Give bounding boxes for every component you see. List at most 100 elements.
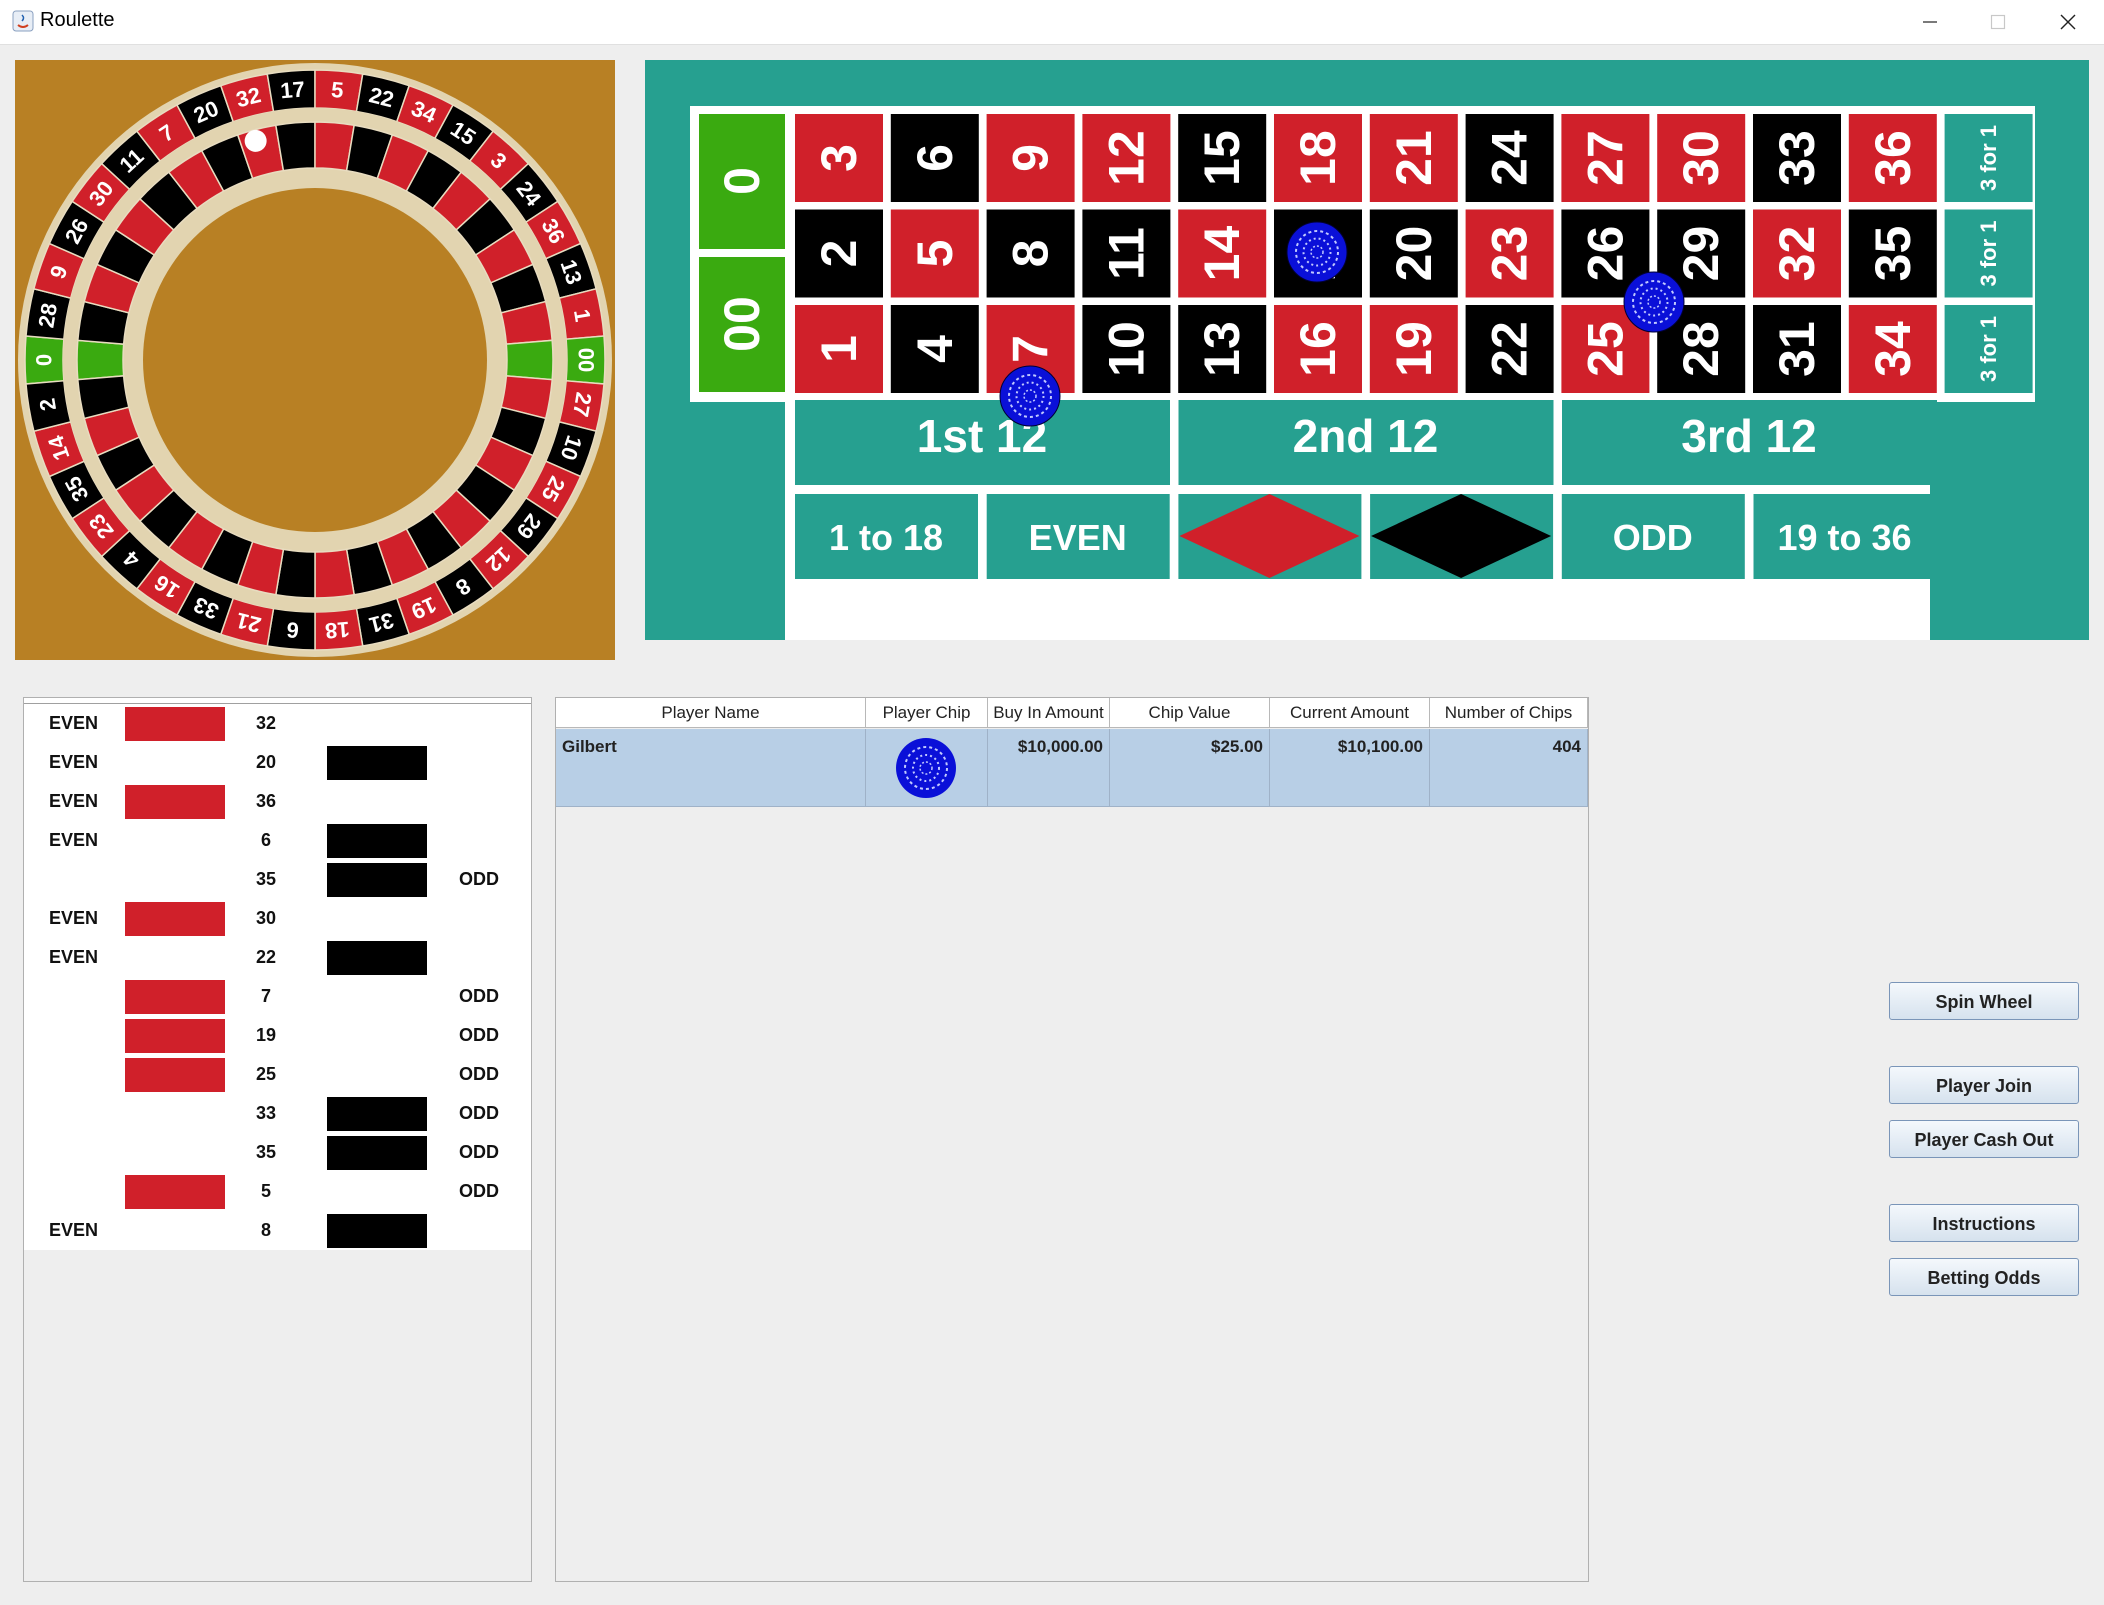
number-label-1: 1 — [811, 335, 867, 363]
buy-in-cell[interactable]: $10,000.00 — [988, 729, 1110, 807]
history-even: EVEN — [49, 752, 99, 772]
betting-table[interactable]: 0003216549871211101514131817162120192423… — [645, 60, 2089, 640]
number-label-25: 25 — [1577, 321, 1633, 377]
history-row: 35 ODD — [24, 860, 531, 899]
history-black-marker — [327, 941, 427, 975]
wheel-number-label: 17 — [279, 76, 305, 103]
maximize-button[interactable] — [1964, 0, 2032, 44]
num-chips-cell[interactable]: 404 — [1430, 729, 1588, 807]
history-row: EVEN 20 — [24, 743, 531, 782]
wheel-inner-pocket — [314, 548, 356, 599]
column-bet-label: 3 for 1 — [1976, 125, 2001, 191]
history-black-marker — [327, 1097, 427, 1131]
history-black-marker — [327, 746, 427, 780]
close-button[interactable] — [2034, 0, 2102, 44]
number-label-32: 32 — [1769, 226, 1825, 282]
player-chip-cell[interactable] — [866, 729, 988, 807]
roulette-wheel: 0289263011720 32 17 5 22 34153243613100271025… — [18, 63, 612, 657]
history-red-marker — [125, 902, 225, 936]
number-label-9: 9 — [1003, 144, 1059, 172]
number-label-26: 26 — [1577, 226, 1633, 282]
history-number: 5 — [260, 1181, 271, 1201]
history-number: 25 — [255, 1064, 277, 1084]
number-label-36: 36 — [1865, 130, 1921, 186]
players-table: Player Name Player Chip Buy In Amount Ch… — [555, 697, 1589, 1582]
title-bar: Roulette — [0, 0, 2104, 45]
number-label-6: 6 — [907, 144, 963, 172]
number-label-34: 34 — [1865, 321, 1921, 377]
history-number: 32 — [255, 713, 277, 733]
betting-table-panel[interactable]: 0003216549871211101514131817162120192423… — [645, 60, 2089, 640]
col-header-player-name[interactable]: Player Name — [556, 698, 866, 728]
history-even: EVEN — [49, 791, 99, 811]
number-label-14: 14 — [1194, 226, 1250, 282]
bet-chip-icon[interactable] — [1623, 271, 1685, 333]
wheel-number-label: 6 — [285, 617, 299, 643]
history-odd: ODD — [459, 1181, 499, 1201]
col-header-buy-in[interactable]: Buy In Amount — [988, 698, 1110, 728]
outside-bet-label: ODD — [1613, 517, 1693, 558]
history-number: 6 — [260, 830, 271, 850]
col-header-chip-value[interactable]: Chip Value — [1110, 698, 1270, 728]
history-row: EVEN 36 — [24, 782, 531, 821]
window-title: Roulette — [40, 9, 115, 31]
number-label-28: 28 — [1673, 321, 1729, 377]
history-odd: ODD — [459, 869, 499, 889]
minimize-button[interactable] — [1896, 0, 1964, 44]
java-app-icon — [12, 10, 34, 32]
number-label-11: 11 — [1098, 227, 1154, 280]
number-label-23: 23 — [1482, 226, 1538, 282]
wheel-number-label: 5 — [330, 77, 344, 103]
history-odd: ODD — [459, 1064, 499, 1084]
history-row: EVEN 30 — [24, 899, 531, 938]
history-number: 33 — [255, 1103, 277, 1123]
outside-bet-label: EVEN — [1029, 517, 1127, 558]
instructions-button[interactable]: Instructions — [1889, 1204, 2079, 1242]
history-row: EVEN 22 — [24, 938, 531, 977]
wheel-number-label: 27 — [568, 390, 597, 418]
player-name-cell[interactable]: Gilbert — [556, 729, 866, 807]
history-black-marker — [327, 1136, 427, 1170]
wheel-number-label: 18 — [324, 617, 350, 644]
number-label-31: 31 — [1769, 321, 1825, 377]
player-join-button[interactable]: Player Join — [1889, 1066, 2079, 1104]
history-red-marker — [125, 980, 225, 1014]
number-label-21: 21 — [1386, 130, 1442, 186]
roulette-wheel-panel: 0 28 9 26 30 11 7 20 32 17 5 22 34 15 3 24 36 13 1 00 27 10 25… — [15, 60, 615, 660]
current-amount-cell[interactable]: $10,100.00 — [1270, 729, 1430, 807]
bet-chip-icon[interactable] — [1286, 221, 1348, 283]
chip-value-cell[interactable]: $25.00 — [1110, 729, 1270, 807]
history-number: 22 — [255, 947, 277, 967]
history-number: 30 — [255, 908, 277, 928]
number-label-24: 24 — [1482, 130, 1538, 186]
double-zero-label: 00 — [714, 296, 770, 352]
history-number: 19 — [255, 1025, 277, 1045]
betting-odds-button[interactable]: Betting Odds — [1889, 1258, 2079, 1296]
number-label-30: 30 — [1673, 130, 1729, 186]
bet-chip-icon[interactable] — [999, 365, 1061, 427]
number-label-10: 10 — [1098, 321, 1154, 377]
number-label-16: 16 — [1290, 321, 1346, 377]
wheel-inner-pocket — [274, 121, 316, 172]
history-row: 5 ODD — [24, 1172, 531, 1211]
history-red-marker — [125, 1175, 225, 1209]
wheel-inner-pocket — [76, 339, 125, 381]
col-header-num-chips[interactable]: Number of Chips — [1430, 698, 1588, 728]
history-even: EVEN — [49, 1220, 99, 1240]
column-bet-label: 3 for 1 — [1976, 316, 2001, 382]
number-label-13: 13 — [1194, 321, 1250, 377]
spin-wheel-button[interactable]: Spin Wheel — [1889, 982, 2079, 1020]
col-header-player-chip[interactable]: Player Chip — [866, 698, 988, 728]
number-label-22: 22 — [1482, 321, 1538, 377]
dozen-bet-label: 3rd 12 — [1681, 410, 1817, 462]
history-odd: ODD — [459, 1025, 499, 1045]
history-odd: ODD — [459, 1103, 499, 1123]
history-row: 19 ODD — [24, 1016, 531, 1055]
history-black-marker — [327, 863, 427, 897]
history-number: 20 — [255, 752, 277, 772]
minimize-icon — [1923, 21, 1937, 23]
col-header-current-amount[interactable]: Current Amount — [1270, 698, 1430, 728]
maximize-icon — [1990, 14, 2006, 30]
player-cash-out-button[interactable]: Player Cash Out — [1889, 1120, 2079, 1158]
history-row: EVEN 6 — [24, 821, 531, 860]
